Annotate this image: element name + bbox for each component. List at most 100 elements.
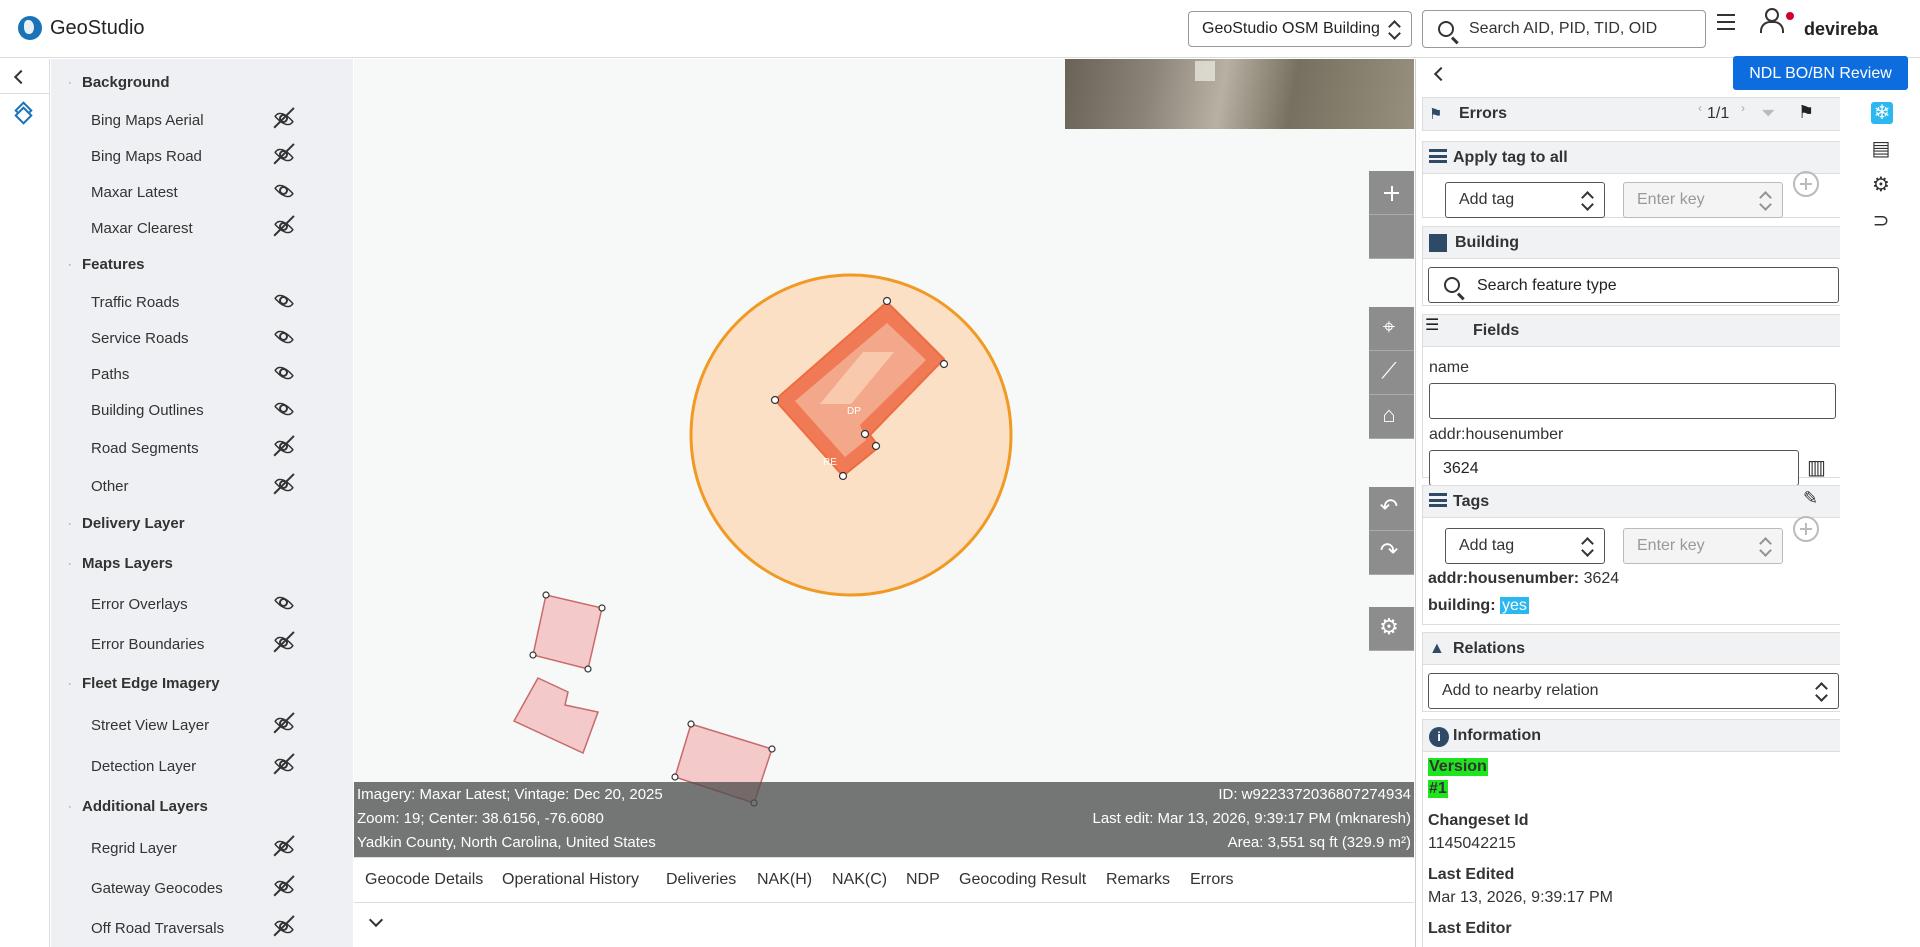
review-button[interactable]: NDL BO/BN Review	[1733, 56, 1908, 90]
layer-label: Maxar Clearest	[91, 220, 193, 237]
layer-group-features[interactable]: · Features	[51, 250, 353, 280]
layer-item-traffic-roads[interactable]: Traffic Roads	[51, 287, 353, 317]
filter-icon[interactable]: ⏷	[1761, 103, 1775, 124]
layer-group-fleet-edge-imagery[interactable]: · Fleet Edge Imagery	[51, 669, 353, 699]
map-settings-button[interactable]: ⚙	[1369, 607, 1414, 651]
add-circle-icon[interactable]	[1793, 516, 1819, 542]
layer-item-paths[interactable]: Paths	[51, 359, 353, 389]
layer-item-gateway-geocodes[interactable]: Gateway Geocodes	[51, 873, 353, 903]
collapse-chevron-icon[interactable]	[13, 69, 29, 85]
housenumber-field[interactable]: 3624	[1429, 450, 1799, 486]
tab-errors[interactable]: Errors	[1190, 871, 1234, 889]
next-error-icon[interactable]: ›	[1741, 101, 1745, 115]
layer-item-detection-layer[interactable]: Detection Layer	[51, 751, 353, 781]
menu-icon[interactable]	[1717, 14, 1735, 30]
add-point-button[interactable]: ⌖	[1369, 307, 1414, 351]
list-icon	[1429, 493, 1447, 511]
layers-icon[interactable]	[14, 101, 34, 125]
building-title: Building	[1455, 234, 1519, 251]
layer-item-other[interactable]: Other	[51, 471, 353, 501]
layer-item-maxar-latest[interactable]: Maxar Latest	[51, 177, 353, 207]
eye-off-icon[interactable]	[271, 915, 297, 938]
tab-deliveries[interactable]: Deliveries	[666, 871, 736, 889]
tab-remarks[interactable]: Remarks	[1106, 871, 1170, 889]
layer-label: Bing Maps Aerial	[91, 112, 204, 129]
eye-off-icon[interactable]	[271, 875, 297, 898]
apply-tag-section: Apply tag to all Add tag Enter key	[1422, 141, 1840, 218]
username[interactable]: devireba	[1804, 19, 1878, 40]
building-outline[interactable]	[512, 677, 600, 755]
eye-off-icon[interactable]	[271, 631, 297, 654]
eye-off-icon[interactable]	[271, 435, 297, 458]
barcode-icon[interactable]: ▥	[1807, 455, 1826, 480]
tab-ndp[interactable]: NDP	[906, 871, 940, 889]
add-area-button[interactable]: ⌂	[1369, 395, 1414, 439]
app-brand[interactable]: GeoStudio	[18, 16, 145, 40]
gear-icon[interactable]: ⚙	[1871, 174, 1891, 196]
map-canvas[interactable]: DP RE ⌖ ⟋ ⌂ ↶ ↷ ⚙ Imagery: Maxar Latest;…	[354, 59, 1414, 857]
eye-off-icon[interactable]	[271, 712, 297, 735]
eye-icon[interactable]	[271, 325, 297, 348]
layer-group-maps-layers[interactable]: · Maps Layers	[51, 549, 353, 579]
name-field[interactable]	[1429, 383, 1836, 419]
tab-operational-history[interactable]: Operational History	[502, 871, 639, 889]
clipboard-icon[interactable]: ▤	[1871, 138, 1891, 160]
layer-item-maxar-clearest[interactable]: Maxar Clearest	[51, 213, 353, 243]
nearby-relation-select[interactable]: Add to nearby relation	[1428, 673, 1839, 709]
eye-off-icon[interactable]	[271, 215, 297, 238]
layer-group-background[interactable]: · Background	[51, 68, 353, 98]
layer-item-error-boundaries[interactable]: Error Boundaries	[51, 629, 353, 659]
eye-off-icon[interactable]	[271, 753, 297, 776]
flag-icon[interactable]: ⚑	[1798, 102, 1814, 123]
undo-button[interactable]: ↶	[1369, 487, 1414, 531]
id-search-box[interactable]	[1422, 10, 1706, 48]
building-outline[interactable]	[532, 594, 603, 670]
eye-off-icon[interactable]	[271, 473, 297, 496]
layer-item-bing-maps-aerial[interactable]: Bing Maps Aerial	[51, 105, 353, 135]
tab-geocoding-result[interactable]: Geocoding Result	[959, 871, 1086, 889]
eye-icon[interactable]	[271, 397, 297, 420]
feature-type-search[interactable]: Search feature type	[1428, 267, 1839, 303]
layer-item-service-roads[interactable]: Service Roads	[51, 323, 353, 353]
tab-nak-h[interactable]: NAK(H)	[757, 871, 812, 889]
zoom-out-button[interactable]	[1369, 215, 1414, 259]
eye-off-icon[interactable]	[271, 107, 297, 130]
layer-item-regrid-layer[interactable]: Regrid Layer	[51, 833, 353, 863]
layer-item-off-road-traversals[interactable]: Off Road Traversals	[51, 913, 353, 943]
tab-nak-c[interactable]: NAK(C)	[832, 871, 887, 889]
link-icon[interactable]: ⊃	[1871, 210, 1891, 232]
layer-item-street-view-layer[interactable]: Street View Layer	[51, 710, 353, 740]
user-icon[interactable]	[1758, 6, 1784, 33]
expand-chevron-icon[interactable]	[368, 912, 384, 928]
eye-off-icon[interactable]	[271, 835, 297, 858]
layer-item-building-outlines[interactable]: Building Outlines	[51, 395, 353, 425]
sliders-icon[interactable]: ☰	[1425, 315, 1443, 334]
zoom-in-button[interactable]	[1369, 171, 1414, 215]
edit-pencil-icon[interactable]: ✎	[1803, 488, 1818, 509]
layer-item-road-segments[interactable]: Road Segments	[51, 433, 353, 463]
layer-item-error-overlays[interactable]: Error Overlays	[51, 589, 353, 619]
tags-enter-key-select[interactable]: Enter key	[1623, 528, 1783, 564]
dataset-select[interactable]: GeoStudio OSM Building	[1188, 11, 1412, 47]
eye-icon[interactable]	[271, 361, 297, 384]
eye-icon[interactable]	[271, 591, 297, 614]
add-line-button[interactable]: ⟋	[1369, 351, 1414, 395]
top-bar: GeoStudio GeoStudio OSM Building devireb…	[0, 0, 1920, 58]
add-circle-icon[interactable]	[1793, 171, 1819, 197]
snowflake-icon[interactable]: ❄	[1871, 102, 1893, 124]
id-search-input[interactable]	[1469, 20, 1697, 38]
re-label: RE	[823, 457, 837, 468]
prev-error-icon[interactable]: ‹	[1698, 101, 1702, 115]
apply-add-tag-select[interactable]: Add tag	[1445, 182, 1605, 218]
layer-group-additional-layers[interactable]: · Additional Layers	[51, 792, 353, 822]
eye-icon[interactable]	[271, 289, 297, 312]
tab-geocode-details[interactable]: Geocode Details	[365, 871, 483, 889]
eye-icon[interactable]	[271, 179, 297, 202]
layer-item-bing-maps-road[interactable]: Bing Maps Road	[51, 141, 353, 171]
layer-group-delivery-layer[interactable]: · Delivery Layer	[51, 509, 353, 539]
eye-off-icon[interactable]	[271, 143, 297, 166]
tags-add-tag-select[interactable]: Add tag	[1445, 528, 1605, 564]
redo-button[interactable]: ↷	[1369, 531, 1414, 575]
apply-enter-key-select[interactable]: Enter key	[1623, 182, 1783, 218]
back-chevron-icon[interactable]	[1433, 66, 1449, 82]
